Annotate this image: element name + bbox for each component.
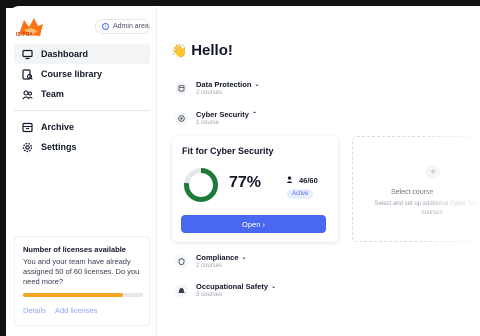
sidebar-nav: Dashboard Course library Team Archive Se… bbox=[14, 44, 150, 157]
person-icon bbox=[286, 176, 293, 185]
course-percent: 77% bbox=[229, 174, 262, 191]
compliance-icon bbox=[175, 255, 188, 268]
course-title: Fit for Cyber Security bbox=[182, 146, 274, 156]
license-text: You and your team have already assigned … bbox=[23, 257, 140, 286]
category-count: 2 courses bbox=[196, 90, 223, 96]
admin-area-button[interactable]: i Admin area bbox=[95, 19, 150, 34]
sidebar-item-settings[interactable]: Settings bbox=[14, 137, 150, 157]
chevron-up-icon: ⌃ bbox=[251, 112, 257, 118]
sidebar-item-label: Archive bbox=[41, 122, 75, 132]
license-title: Number of licenses available bbox=[23, 245, 126, 254]
sidebar-item-course-library[interactable]: Course library bbox=[14, 64, 150, 84]
category-count: 3 courses bbox=[196, 292, 223, 298]
category-count: 2 courses bbox=[196, 263, 223, 269]
license-links: Details Add licenses bbox=[23, 306, 141, 315]
archive-icon bbox=[22, 122, 33, 133]
open-course-button[interactable]: Open › bbox=[181, 215, 326, 233]
app-screen: IS-FOX i Admin area Dashboard Course lib… bbox=[6, 6, 480, 336]
target-icon bbox=[175, 112, 188, 125]
helmet-icon bbox=[175, 284, 188, 297]
info-icon: i bbox=[102, 23, 109, 30]
category-name: Occupational Safety bbox=[196, 282, 269, 291]
sidebar-item-label: Dashboard bbox=[41, 49, 89, 59]
category-data-protection[interactable]: Data Protection ⌄ 2 courses bbox=[175, 80, 259, 96]
chevron-down-icon: ⌄ bbox=[271, 284, 277, 290]
progress-ring bbox=[184, 168, 218, 202]
status-badge: Active bbox=[287, 189, 314, 199]
library-icon bbox=[22, 68, 33, 80]
select-course-card[interactable]: + Select course Select and set up additi… bbox=[352, 136, 480, 242]
plus-icon: + bbox=[426, 165, 440, 179]
category-name: Compliance bbox=[196, 253, 239, 262]
page-title: 👋 Hello! bbox=[171, 42, 233, 59]
sidebar-item-team[interactable]: Team bbox=[14, 84, 150, 104]
logo-text: IS-FOX bbox=[16, 32, 33, 38]
details-link[interactable]: Details bbox=[23, 306, 46, 315]
sidebar: IS-FOX i Admin area Dashboard Course lib… bbox=[6, 6, 157, 336]
category-name: Data Protection bbox=[196, 80, 252, 89]
wave-emoji: 👋 bbox=[171, 42, 188, 58]
sidebar-item-label: Team bbox=[41, 89, 64, 99]
select-course-title: Select course bbox=[391, 189, 434, 196]
license-progress-bar bbox=[23, 293, 143, 297]
admin-area-label: Admin area bbox=[113, 23, 149, 30]
monitor-icon bbox=[22, 49, 33, 60]
course-card: Fit for Cyber Security 77% 46/60 Active … bbox=[172, 136, 338, 242]
participants-count: 46/60 bbox=[299, 176, 318, 185]
device-frame: IS-FOX i Admin area Dashboard Course lib… bbox=[0, 0, 480, 336]
chevron-down-icon: ⌄ bbox=[254, 82, 260, 88]
gear-icon bbox=[22, 142, 33, 153]
license-progress-fill bbox=[23, 293, 123, 297]
sidebar-item-label: Course library bbox=[41, 69, 103, 79]
greeting-text: Hello! bbox=[191, 42, 233, 59]
database-icon bbox=[175, 82, 188, 95]
select-course-subtitle: Select and set up additional Cyber Secur… bbox=[374, 201, 480, 216]
category-name: Cyber Security bbox=[196, 110, 249, 119]
category-compliance[interactable]: Compliance ⌄ 2 courses bbox=[175, 253, 247, 269]
main-content: 👋 Hello! Data Protection ⌄ 2 courses Cybe… bbox=[157, 6, 480, 336]
nav-divider bbox=[14, 110, 150, 111]
chevron-down-icon: ⌄ bbox=[241, 255, 247, 261]
category-occupational-safety[interactable]: Occupational Safety ⌄ 3 courses bbox=[175, 282, 276, 298]
license-card: Number of licenses available You and you… bbox=[14, 236, 150, 326]
sidebar-item-dashboard[interactable]: Dashboard bbox=[14, 44, 150, 64]
category-count: 1 course bbox=[196, 120, 220, 126]
participants: 46/60 bbox=[286, 176, 318, 185]
sidebar-item-archive[interactable]: Archive bbox=[14, 117, 150, 137]
add-licenses-link[interactable]: Add licenses bbox=[55, 306, 98, 315]
category-cyber-security[interactable]: Cyber Security ⌃ 1 course bbox=[175, 110, 257, 126]
sidebar-item-label: Settings bbox=[41, 142, 77, 152]
team-icon bbox=[22, 89, 33, 100]
